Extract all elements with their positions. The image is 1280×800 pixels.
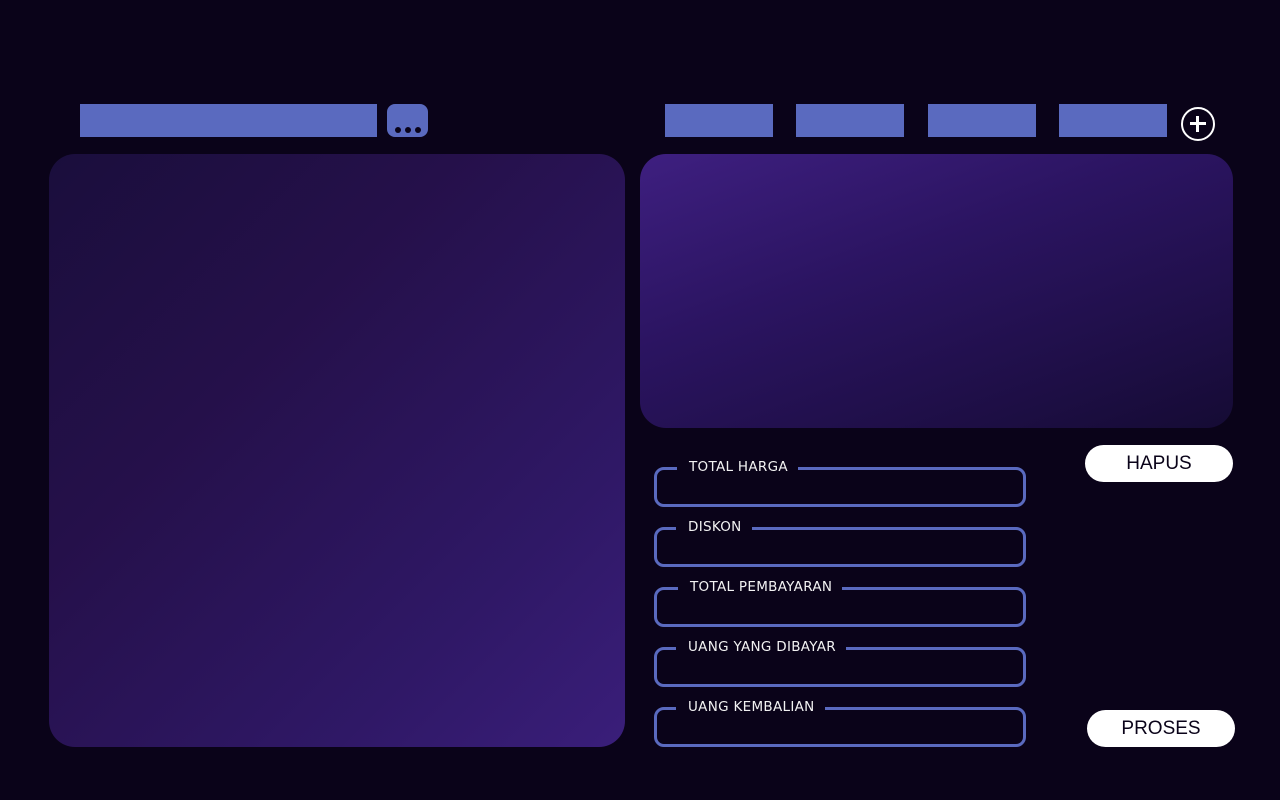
category-tab-3[interactable]: [928, 104, 1036, 137]
diskon-field[interactable]: DISKON: [654, 518, 1026, 567]
proses-button[interactable]: PROSES: [1087, 710, 1235, 747]
cart-panel: [640, 154, 1233, 428]
category-tab-4[interactable]: [1059, 104, 1167, 137]
uang-kembalian-label: UANG KEMBALIAN: [676, 698, 825, 716]
more-dots-icon: [387, 127, 428, 133]
pos-screen: TOTAL HARGA DISKON TOTAL PEMBAYARAN UANG…: [0, 0, 1280, 800]
total-pembayaran-field[interactable]: TOTAL PEMBAYARAN: [654, 578, 1026, 627]
more-menu-button[interactable]: [387, 104, 428, 137]
total-pembayaran-label: TOTAL PEMBAYARAN: [678, 578, 843, 596]
category-tab-2[interactable]: [796, 104, 904, 137]
uang-kembalian-field[interactable]: UANG KEMBALIAN: [654, 698, 1026, 747]
uang-dibayar-label: UANG YANG DIBAYAR: [676, 638, 846, 656]
add-category-button[interactable]: [1181, 107, 1215, 141]
total-harga-field[interactable]: TOTAL HARGA: [654, 458, 1026, 507]
hapus-button[interactable]: HAPUS: [1085, 445, 1233, 482]
search-bar[interactable]: [80, 104, 377, 137]
category-tab-1[interactable]: [665, 104, 773, 137]
total-harga-label: TOTAL HARGA: [677, 458, 798, 476]
diskon-label: DISKON: [676, 518, 752, 536]
product-list-panel: [49, 154, 625, 747]
uang-dibayar-field[interactable]: UANG YANG DIBAYAR: [654, 638, 1026, 687]
